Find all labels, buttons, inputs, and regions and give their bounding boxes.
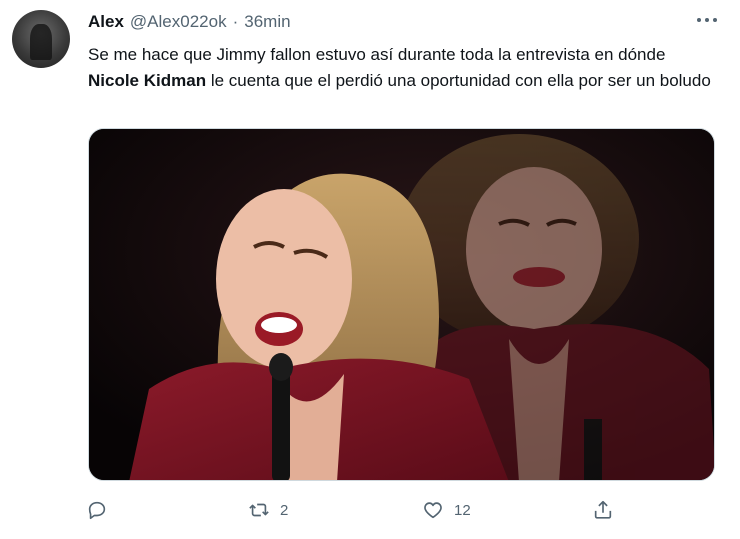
avatar-silhouette	[30, 24, 52, 60]
avatar[interactable]	[12, 10, 70, 68]
tweet-media-image[interactable]	[88, 128, 715, 481]
like-icon[interactable]	[422, 499, 444, 521]
reply-action[interactable]	[86, 494, 118, 526]
tweet-actions: 2 12	[80, 494, 640, 526]
reply-icon[interactable]	[86, 499, 108, 521]
share-icon[interactable]	[592, 499, 614, 521]
tweet-header: Alex @Alex022ok · 36min	[88, 12, 291, 34]
tweet-time[interactable]: 36min	[244, 12, 290, 32]
like-action[interactable]: 12	[422, 494, 471, 526]
author-name[interactable]: Alex	[88, 12, 124, 32]
tweet-text-bold: Nicole Kidman	[88, 71, 207, 90]
retweet-count: 2	[280, 501, 289, 519]
retweet-icon[interactable]	[248, 499, 270, 521]
tweet-text-part2: le cuenta que el perdió una oportunidad …	[206, 71, 711, 90]
author-handle[interactable]: @Alex022ok	[130, 12, 227, 32]
separator-dot: ·	[232, 12, 239, 31]
tweet: Alex @Alex022ok · 36min Se me hace que J…	[0, 0, 740, 539]
more-icon[interactable]	[696, 14, 718, 26]
tweet-text: Se me hace que Jimmy fallon estuvo así d…	[88, 42, 718, 94]
tweet-text-part1: Se me hace que Jimmy fallon estuvo así d…	[88, 45, 666, 64]
share-action[interactable]	[592, 494, 614, 526]
like-count: 12	[454, 501, 471, 519]
media-illustration	[89, 129, 714, 480]
retweet-action[interactable]: 2	[248, 494, 288, 526]
